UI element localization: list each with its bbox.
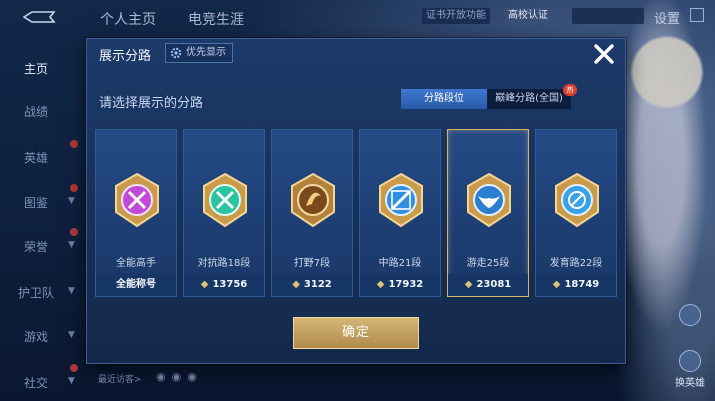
chevron-down-icon: ▼: [68, 240, 75, 250]
rank-pip-icon: ◆: [376, 279, 385, 290]
select-route-prompt: 请选择展示的分路: [99, 96, 204, 111]
switch-hero-label: 换英雄: [675, 378, 705, 389]
sidebar-item-codex[interactable]: 图鉴: [24, 194, 48, 211]
route-card-stat-value: 17932: [388, 279, 424, 290]
sidebar: 主页 战绩 英雄 图鉴 ▼ 荣誉 ▼ 护卫队 ▼ 游戏 ▼ 社交 ▼: [0, 44, 80, 401]
settings-button[interactable]: 设置: [654, 8, 680, 27]
sidebar-item-heroes[interactable]: 英雄: [24, 149, 48, 166]
minimize-icon[interactable]: [690, 8, 704, 22]
chevron-down-icon: ▼: [68, 376, 75, 386]
route-card-farm-lane[interactable]: 发育路22段 ◆ 18749: [535, 129, 617, 297]
profile-chip[interactable]: [572, 8, 644, 24]
route-mode-toggle: 分路段位 巅峰分路(全国) 热: [401, 84, 577, 109]
hot-badge: 热: [563, 84, 577, 96]
roam-emblem-icon: [467, 172, 511, 228]
route-card-role: 全能高手: [116, 258, 156, 269]
priority-display-button[interactable]: 优先显示: [165, 43, 233, 63]
switch-hero-button-2[interactable]: 换英雄: [673, 350, 707, 389]
chevron-down-icon: ▼: [68, 330, 75, 340]
sidebar-item-games[interactable]: 游戏: [24, 328, 48, 345]
swap-icon: [679, 304, 701, 326]
recent-visitors-link[interactable]: 最近访客>: [98, 372, 142, 385]
route-card-role: 发育路22段: [549, 258, 603, 269]
mid-lane-emblem-icon: [379, 172, 423, 228]
notification-dot: [70, 184, 78, 192]
notification-dot: [70, 364, 78, 372]
swap-icon: [679, 350, 701, 372]
route-card-role: 打野7段: [293, 258, 331, 269]
sidebar-item-social[interactable]: 社交: [24, 374, 48, 391]
modal-title: 展示分路: [99, 49, 152, 64]
route-card-list: 全能高手 全能称号 对抗路18段 ◆ 13756 打野7段 ◆ 3122 中路2…: [95, 129, 619, 297]
route-card-stat: 全能称号: [96, 274, 176, 296]
jungle-emblem-icon: [291, 172, 335, 228]
gear-icon: [170, 47, 182, 59]
route-card-role: 游走25段: [466, 258, 510, 269]
route-card-mid-lane[interactable]: 中路21段 ◆ 17932: [359, 129, 441, 297]
tab-peak-route[interactable]: 巅峰分路(全国) 热: [487, 84, 577, 109]
sidebar-item-guard-team[interactable]: 护卫队: [18, 284, 54, 301]
switch-hero-button[interactable]: [673, 304, 707, 328]
route-card-stat: ◆ 17932: [360, 274, 440, 296]
route-card-stat: ◆ 3122: [272, 274, 352, 296]
tab-profile[interactable]: 个人主页: [100, 9, 156, 29]
route-card-stat: ◆ 18749: [536, 274, 616, 296]
route-card-clash-lane[interactable]: 对抗路18段 ◆ 13756: [183, 129, 265, 297]
modal-header: 展示分路 优先显示: [87, 39, 627, 67]
route-card-stat-value: 13756: [212, 279, 248, 290]
route-card-stat: ◆ 13756: [184, 274, 264, 296]
sidebar-item-record[interactable]: 战绩: [24, 103, 48, 120]
sidebar-item-home[interactable]: 主页: [24, 60, 48, 77]
priority-display-label: 优先显示: [186, 47, 226, 58]
clash-lane-emblem-icon: [203, 172, 247, 228]
chevron-down-icon: ▼: [68, 286, 75, 296]
chevron-down-icon: ▼: [68, 196, 75, 206]
rank-pip-icon: ◆: [552, 279, 561, 290]
route-card-roam[interactable]: 游走25段 ◆ 23081: [447, 129, 529, 297]
route-card-stat-value: 全能称号: [116, 279, 156, 290]
rank-pip-icon: ◆: [292, 279, 300, 290]
back-icon[interactable]: [22, 10, 56, 24]
visitor-avatars: ◉◉◉: [156, 370, 203, 383]
confirm-button[interactable]: 确定: [293, 317, 419, 349]
close-icon[interactable]: [591, 41, 617, 67]
tab-esports-career[interactable]: 电竞生涯: [188, 9, 244, 29]
farm-lane-emblem-icon: [555, 172, 599, 228]
route-card-jungle[interactable]: 打野7段 ◆ 3122: [271, 129, 353, 297]
certificate-chip[interactable]: 证书开放功能: [422, 8, 490, 24]
notification-dot: [70, 228, 78, 236]
route-card-stat-value: 3122: [303, 279, 332, 290]
route-card-role: 对抗路18段: [197, 258, 251, 269]
campus-verify-chip[interactable]: 高校认证: [504, 8, 552, 24]
rank-pip-icon: ◆: [200, 279, 209, 290]
route-card-all-round[interactable]: 全能高手 全能称号: [95, 129, 177, 297]
peak-route-label: 巅峰分路(全国): [495, 93, 563, 104]
route-card-stat: ◆ 23081: [448, 274, 528, 296]
notification-dot: [70, 140, 78, 148]
route-card-stat-value: 23081: [476, 279, 512, 290]
route-card-stat-value: 18749: [564, 279, 600, 290]
rank-pip-icon: ◆: [464, 279, 473, 290]
route-card-role: 中路21段: [378, 258, 422, 269]
sidebar-item-honor[interactable]: 荣誉: [24, 238, 48, 255]
tab-route-rank[interactable]: 分路段位: [401, 89, 487, 109]
top-bar: 个人主页 电竞生涯 证书开放功能 高校认证 设置: [0, 0, 715, 34]
all-round-emblem-icon: [115, 172, 159, 228]
route-display-modal: 展示分路 优先显示 请选择展示的分路 分路段位 巅峰分路(全国) 热 全能高手: [86, 38, 626, 364]
